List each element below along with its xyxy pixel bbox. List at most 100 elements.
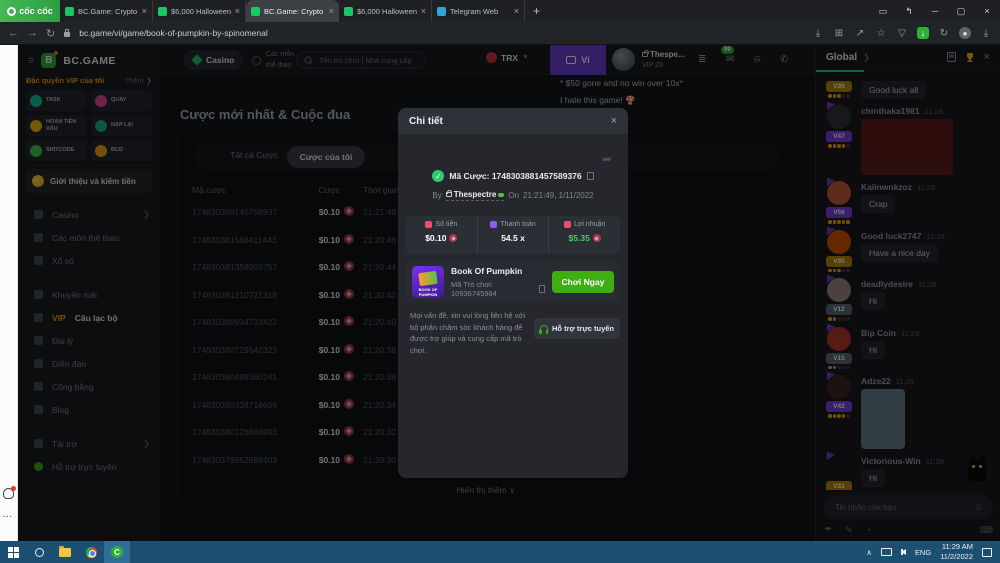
minimize-button[interactable]: ─	[922, 6, 948, 16]
sidebar-app-icon[interactable]	[2, 192, 15, 205]
stat-icon	[564, 221, 571, 228]
modal-close-icon[interactable]: ×	[611, 115, 617, 127]
close-button[interactable]: ×	[974, 6, 1000, 16]
maximize-button[interactable]: ▢	[948, 6, 974, 17]
sidebar-app-icon[interactable]	[2, 132, 15, 145]
browser-tab-bar: cốc cốc BC.Game: Crypto Casino Gam × $6,…	[0, 0, 1000, 22]
tab-title: BC.Game: Crypto Casino Gam	[264, 7, 325, 16]
sidebar-app-icon[interactable]	[2, 232, 15, 245]
back-icon[interactable]: ←	[8, 27, 19, 39]
search-button[interactable]	[26, 541, 52, 563]
sidebar-app-icon[interactable]	[2, 312, 15, 325]
tab-favicon	[437, 7, 446, 16]
tab-close-icon[interactable]: ×	[421, 6, 426, 16]
stat-label: Thanh toán	[500, 221, 535, 228]
lock-icon	[446, 192, 452, 197]
coin-icon	[449, 234, 457, 242]
browser-tab[interactable]: BC.Game: Crypto Casino Gam ×	[60, 0, 153, 22]
bookmark-star-icon[interactable]: ☆	[875, 27, 887, 39]
stat-value: 54.5 x	[501, 233, 525, 243]
downloads-tray-icon[interactable]: ⤓	[980, 27, 992, 39]
adblock-shield-icon[interactable]: ▽	[896, 27, 908, 39]
profile-icon[interactable]: ●	[959, 27, 971, 39]
screen: cốc cốc BC.Game: Crypto Casino Gam × $6,…	[0, 0, 1000, 563]
thumb-caption: BOOK OF PUMPKIN	[412, 287, 444, 297]
coccoc-sidebar-icons	[0, 52, 17, 325]
bet-author[interactable]: Thespectre	[446, 190, 505, 201]
reload-icon[interactable]: ↻	[46, 27, 55, 40]
tab-close-icon[interactable]: ×	[235, 6, 240, 16]
headset-icon	[540, 325, 548, 331]
game-id: 10936745984	[451, 289, 497, 298]
url-text[interactable]: bc.game/vi/game/book-of-pumpkin-by-spino…	[79, 28, 268, 38]
support-note: Mọi vấn đề, xin vui lòng liên hệ với bộ …	[410, 310, 528, 357]
sidebar-app-icon[interactable]	[2, 72, 15, 85]
tab-close-icon[interactable]: ×	[142, 6, 147, 16]
sidebar-app-icon[interactable]	[2, 92, 15, 105]
copy-icon[interactable]	[587, 172, 594, 180]
restore-tab-icon[interactable]: ↰	[896, 6, 922, 17]
browser-tab[interactable]: BC.Game: Crypto Casino Gam ×	[246, 0, 339, 22]
forward-icon[interactable]: →	[27, 27, 38, 39]
sync-icon[interactable]: ↻	[938, 27, 950, 39]
coccoc-taskbar-icon[interactable]: C	[104, 541, 130, 563]
window-controls: ▭ ↰ ─ ▢ ×	[870, 6, 1000, 17]
coccoc-download-icon[interactable]: ↓	[917, 27, 929, 39]
tab-title: $6,000 Halloween Slot Battle	[357, 7, 417, 16]
cast-icon[interactable]: ▭	[870, 6, 896, 17]
sidebar-app-icon[interactable]	[2, 292, 15, 305]
game-thumbnail[interactable]: BOOK OF PUMPKIN	[412, 266, 444, 298]
network-icon[interactable]	[881, 548, 892, 556]
sidebar-app-icon[interactable]	[2, 272, 15, 285]
sidebar-app-icon[interactable]	[2, 172, 15, 185]
coccoc-brand-text: cốc cốc	[19, 6, 53, 16]
live-support-button[interactable]: Hỗ trợ trực tuyến	[534, 318, 620, 339]
tab-favicon	[251, 7, 260, 16]
coin-icon	[593, 234, 601, 242]
lock-icon	[63, 28, 71, 38]
browser-url-bar: ← → ↻ bc.game/vi/game/book-of-pumpkin-by…	[0, 22, 1000, 45]
modal-title: Chi tiết	[409, 116, 443, 127]
play-now-button[interactable]: Chơi Ngay	[552, 271, 614, 293]
sidebar-app-icon[interactable]	[2, 212, 15, 225]
stat-label: Lợi nhuận	[574, 221, 605, 228]
copy-icon[interactable]	[539, 285, 546, 293]
sidebar-app-icon[interactable]	[2, 112, 15, 125]
chrome-icon[interactable]	[78, 541, 104, 563]
share-icon[interactable]: ↗	[854, 27, 866, 39]
tray-expand-icon[interactable]: ∧	[866, 548, 872, 557]
clock[interactable]: 11:29 AM 11/2/2022	[940, 542, 973, 562]
sidebar-app-icon[interactable]	[2, 252, 15, 265]
translate-icon[interactable]: ⊞	[833, 27, 845, 39]
stat-cell: Thanh toán 54.5 x	[477, 216, 549, 254]
file-explorer-icon[interactable]	[52, 541, 78, 563]
speaker-icon[interactable]	[901, 549, 906, 555]
bet-stats: Số tiền $0.10 Thanh toán 54.5 x Lợi nhuậ…	[406, 216, 620, 254]
new-tab-button[interactable]: +	[533, 4, 540, 18]
start-button[interactable]	[0, 541, 26, 563]
bet-datetime: 21:21:49, 1/11/2022	[523, 191, 594, 200]
coccoc-logo-icon	[7, 7, 16, 16]
sidebar-app-icon[interactable]	[2, 152, 15, 165]
save-page-icon[interactable]: ⤓	[812, 27, 824, 39]
turtle-icon	[498, 193, 504, 197]
stat-label: Số tiền	[435, 221, 457, 228]
tab-close-icon[interactable]: ×	[514, 6, 519, 16]
modal-bet-id: 1748303881457589376	[492, 171, 582, 181]
sidebar-app-icon[interactable]	[2, 52, 15, 65]
time: 11:29 AM	[940, 542, 973, 552]
action-center-icon[interactable]	[982, 548, 992, 557]
browser-tab[interactable]: $6,000 Halloween Slot Battle ×	[153, 0, 246, 22]
tab-close-icon[interactable]: ×	[329, 6, 334, 16]
game-name: Book Of Pumpkin	[451, 266, 545, 276]
browser-tab[interactable]: $6,000 Halloween Slot Battle ×	[339, 0, 432, 22]
tab-favicon	[344, 7, 353, 16]
more-options-icon[interactable]: ...	[3, 510, 13, 519]
browser-tab[interactable]: Telegram Web ×	[432, 0, 525, 22]
browser-tabs: BC.Game: Crypto Casino Gam × $6,000 Hall…	[60, 0, 525, 22]
language-indicator[interactable]: ENG	[915, 548, 931, 557]
notification-bell-icon[interactable]	[3, 488, 14, 499]
share-arrow-icon[interactable]: ➦	[602, 152, 612, 166]
stat-icon	[490, 221, 497, 228]
game-card: BOOK OF PUMPKIN Book Of Pumpkin Mã Trò c…	[406, 262, 620, 302]
